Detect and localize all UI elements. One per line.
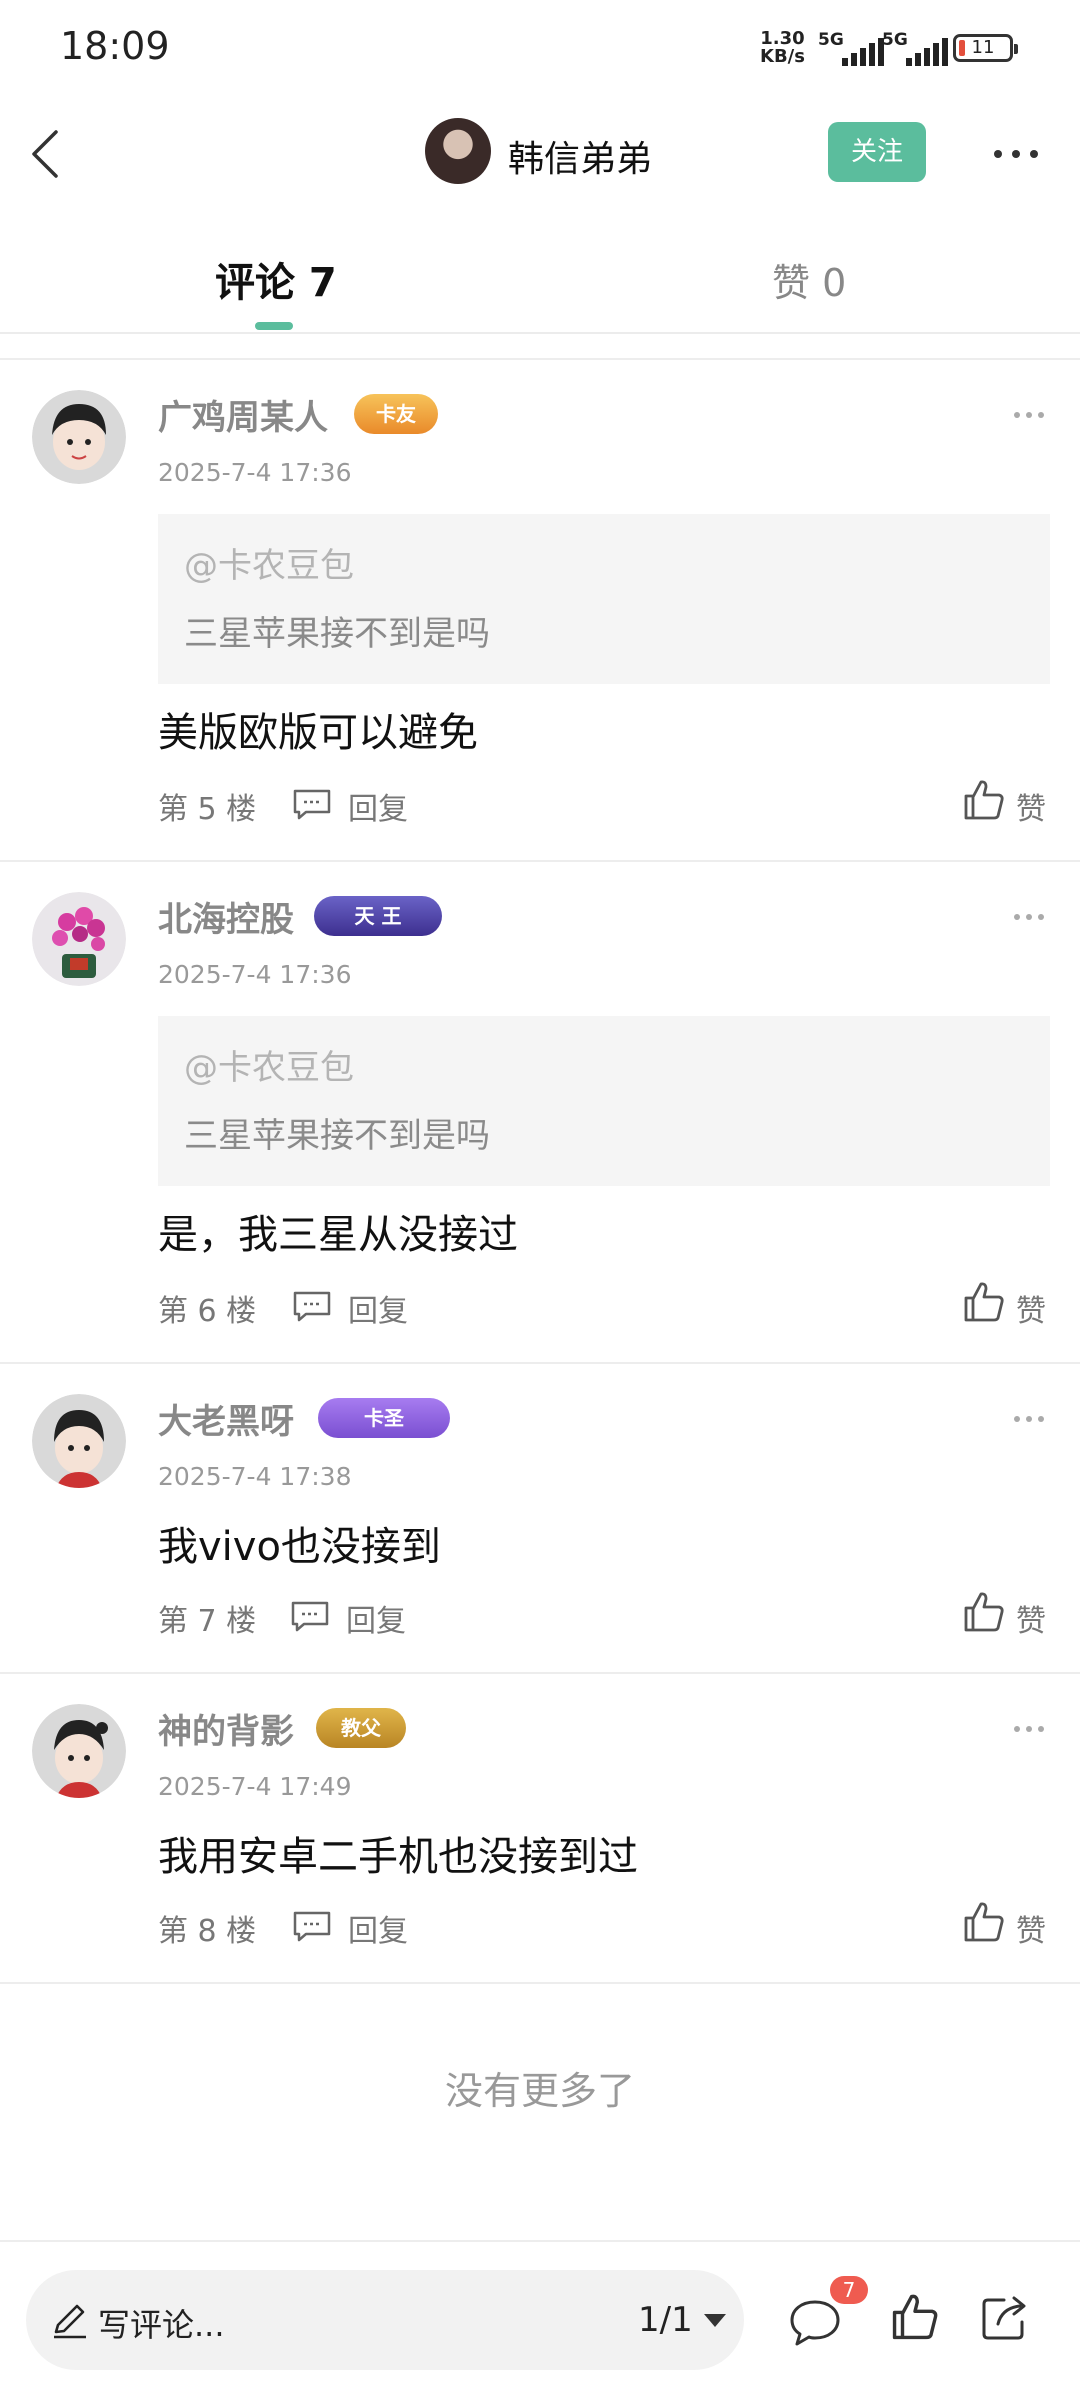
network-speed: 1.30 KB/s bbox=[760, 30, 805, 66]
comment-input-placeholder[interactable]: 写评论... bbox=[98, 2300, 225, 2346]
comment-item: 广鸡周某人 卡友 2025-7-4 17:36 @卡农豆包 三星苹果接不到是吗 … bbox=[0, 360, 1080, 862]
reply-button[interactable]: 回复 bbox=[348, 1286, 408, 1330]
comment-text: 我vivo也没接到 bbox=[158, 1524, 441, 1570]
reply-icon[interactable] bbox=[292, 1910, 332, 1942]
like-button[interactable]: 赞 bbox=[1016, 784, 1046, 828]
signal-1-label: 5G bbox=[818, 30, 844, 50]
reply-button[interactable]: 回复 bbox=[348, 784, 408, 828]
comment-text: 美版欧版可以避免 bbox=[158, 710, 478, 756]
author-name[interactable]: 韩信弟弟 bbox=[508, 130, 652, 182]
floor-number: 第 6 楼 bbox=[158, 1294, 257, 1329]
like-button[interactable]: 赞 bbox=[1016, 1286, 1046, 1330]
tab-likes[interactable]: 赞 0 bbox=[772, 252, 846, 307]
status-bar: 18:09 1.30 KB/s 5G 5G 11 bbox=[0, 0, 1080, 100]
thumbs-up-icon[interactable] bbox=[890, 2292, 940, 2342]
reply-icon[interactable] bbox=[292, 788, 332, 820]
commenter-name[interactable]: 北海控股 bbox=[158, 892, 294, 941]
quoted-user[interactable]: @卡农豆包 bbox=[184, 538, 354, 587]
bottom-bar: 写评论... 1/1 7 bbox=[0, 2240, 1080, 2402]
page-indicator[interactable]: 1/1 bbox=[638, 2300, 693, 2340]
user-badge: 卡圣 bbox=[318, 1398, 450, 1438]
commenter-name[interactable]: 神的背影 bbox=[158, 1704, 294, 1753]
commenter-name[interactable]: 大老黑呀 bbox=[158, 1394, 294, 1443]
reply-icon[interactable] bbox=[290, 1600, 330, 1632]
quoted-text: 三星苹果接不到是吗 bbox=[184, 614, 490, 654]
thumbs-up-icon[interactable] bbox=[962, 778, 1006, 822]
thumbs-up-icon[interactable] bbox=[962, 1590, 1006, 1634]
quoted-comment[interactable]: @卡农豆包 三星苹果接不到是吗 bbox=[158, 1016, 1050, 1186]
top-bar: 韩信弟弟 关注 bbox=[0, 100, 1080, 210]
battery-icon: 11 bbox=[953, 34, 1018, 62]
author-avatar[interactable] bbox=[425, 118, 491, 184]
quoted-user[interactable]: @卡农豆包 bbox=[184, 1040, 354, 1089]
no-more-text: 没有更多了 bbox=[444, 2069, 635, 2113]
comment-time: 2025-7-4 17:36 bbox=[158, 960, 352, 989]
commenter-avatar[interactable] bbox=[32, 892, 126, 986]
pen-icon bbox=[54, 2304, 86, 2339]
network-speed-unit: KB/s bbox=[760, 46, 805, 67]
commenter-avatar[interactable] bbox=[32, 1704, 126, 1798]
thumbs-up-icon[interactable] bbox=[962, 1280, 1006, 1324]
chevron-down-icon[interactable] bbox=[704, 2314, 726, 2327]
like-button[interactable]: 赞 bbox=[1016, 1906, 1046, 1950]
user-badge: 天 王 bbox=[314, 896, 442, 936]
signal-2-label: 5G bbox=[882, 30, 908, 50]
battery-level: 11 bbox=[971, 37, 995, 58]
comment-more-icon[interactable] bbox=[1010, 902, 1050, 932]
commenter-avatar[interactable] bbox=[32, 1394, 126, 1488]
divider bbox=[0, 334, 1080, 360]
tab-comments[interactable]: 评论 7 bbox=[215, 250, 337, 308]
floor-number: 第 7 楼 bbox=[158, 1604, 257, 1639]
user-badge: 卡友 bbox=[354, 394, 438, 434]
status-time: 18:09 bbox=[60, 24, 170, 68]
reply-button[interactable]: 回复 bbox=[346, 1596, 406, 1640]
comment-text: 我用安卓二手机也没接到过 bbox=[158, 1834, 638, 1880]
tab-bar: 评论 7 赞 0 bbox=[0, 210, 1080, 334]
comment-input[interactable]: 写评论... 1/1 bbox=[26, 2270, 744, 2370]
comment-more-icon[interactable] bbox=[1010, 1714, 1050, 1744]
commenter-avatar[interactable] bbox=[32, 390, 126, 484]
floor-number: 第 8 楼 bbox=[158, 1914, 257, 1949]
more-options-icon[interactable] bbox=[988, 128, 1048, 178]
comment-more-icon[interactable] bbox=[1010, 400, 1050, 430]
comment-text: 是，我三星从没接过 bbox=[158, 1212, 518, 1258]
comment-time: 2025-7-4 17:49 bbox=[158, 1772, 352, 1801]
user-badge: 教父 bbox=[316, 1708, 406, 1748]
commenter-name[interactable]: 广鸡周某人 bbox=[158, 390, 328, 439]
quoted-comment[interactable]: @卡农豆包 三星苹果接不到是吗 bbox=[158, 514, 1050, 684]
reply-icon[interactable] bbox=[292, 1290, 332, 1322]
back-arrow-icon[interactable] bbox=[22, 124, 82, 184]
comment-more-icon[interactable] bbox=[1010, 1404, 1050, 1434]
quoted-text: 三星苹果接不到是吗 bbox=[184, 1116, 490, 1156]
comment-time: 2025-7-4 17:36 bbox=[158, 458, 352, 487]
tab-indicator bbox=[255, 322, 293, 330]
comment-item: 大老黑呀 卡圣 2025-7-4 17:38 我vivo也没接到 第 7 楼 回… bbox=[0, 1364, 1080, 1674]
comment-item: 北海控股 天 王 2025-7-4 17:36 @卡农豆包 三星苹果接不到是吗 … bbox=[0, 862, 1080, 1364]
reply-button[interactable]: 回复 bbox=[348, 1906, 408, 1950]
follow-button[interactable]: 关注 bbox=[828, 122, 926, 182]
comment-icon[interactable] bbox=[788, 2298, 842, 2348]
thumbs-up-icon[interactable] bbox=[962, 1900, 1006, 1944]
comment-item: 神的背影 教父 2025-7-4 17:49 我用安卓二手机也没接到过 第 8 … bbox=[0, 1674, 1080, 1984]
share-icon[interactable] bbox=[980, 2292, 1032, 2342]
floor-number: 第 5 楼 bbox=[158, 792, 257, 827]
comment-time: 2025-7-4 17:38 bbox=[158, 1462, 352, 1491]
comment-count-badge: 7 bbox=[830, 2276, 868, 2304]
like-button[interactable]: 赞 bbox=[1016, 1596, 1046, 1640]
